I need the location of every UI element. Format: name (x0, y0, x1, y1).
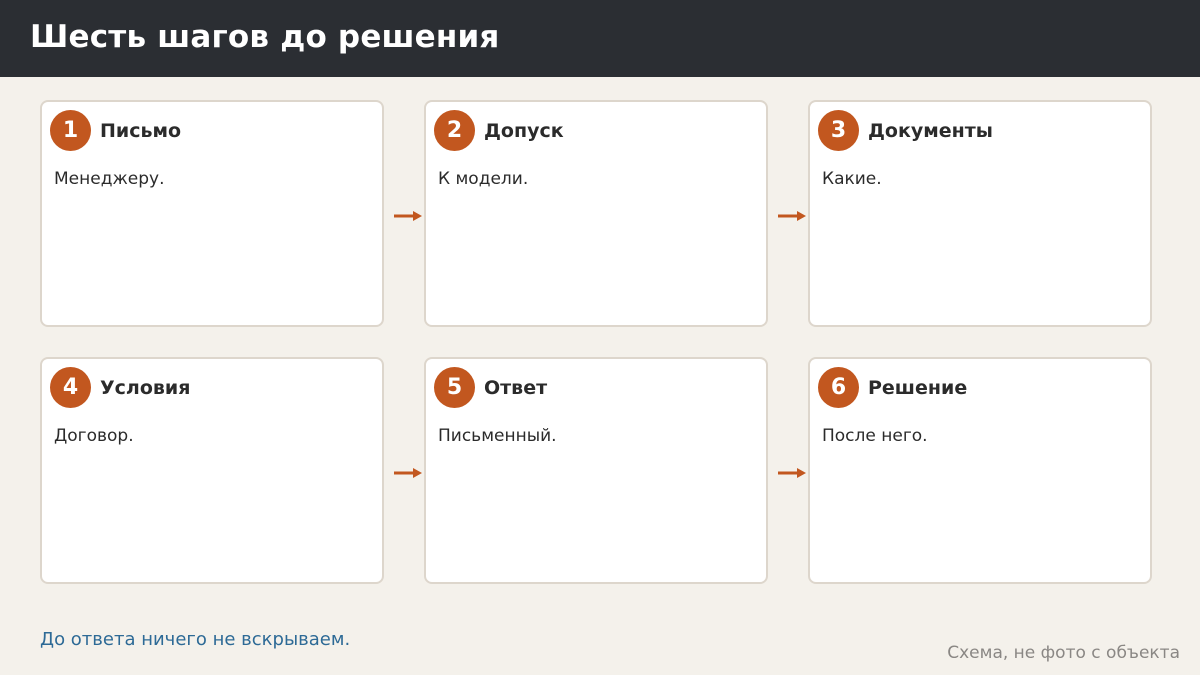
step-text: После него. (822, 426, 928, 446)
step-card-4: 4 Условия Договор. (40, 357, 384, 584)
step-number-badge: 6 (818, 367, 859, 408)
step-card-1: 1 Письмо Менеджеру. (40, 100, 384, 327)
step-number-badge: 5 (434, 367, 475, 408)
step-title: Документы (868, 120, 993, 142)
arrow-right-icon (394, 468, 422, 478)
step-text: К модели. (438, 169, 529, 189)
step-number-badge: 3 (818, 110, 859, 151)
footer-note: До ответа ничего не вскрываем. (40, 629, 351, 650)
page-title: Шесть шагов до решения (30, 19, 500, 55)
step-text: Какие. (822, 169, 882, 189)
step-title: Письмо (100, 120, 182, 142)
arrow-right-icon (778, 211, 806, 221)
step-title: Допуск (484, 120, 564, 142)
step-card-2: 2 Допуск К модели. (424, 100, 768, 327)
step-text: Договор. (54, 426, 134, 446)
step-card-3: 3 Документы Какие. (808, 100, 1152, 327)
arrow-right-icon (394, 211, 422, 221)
step-title: Решение (868, 377, 968, 399)
arrow-right-icon (778, 468, 806, 478)
header-bar: Шесть шагов до решения (0, 0, 1200, 77)
step-text: Менеджеру. (54, 169, 165, 189)
step-card-6: 6 Решение После него. (808, 357, 1152, 584)
step-number-badge: 2 (434, 110, 475, 151)
image-caption: Схема, не фото с объекта (947, 643, 1180, 663)
step-text: Письменный. (438, 426, 557, 446)
step-number-badge: 4 (50, 367, 91, 408)
step-title: Условия (100, 377, 191, 399)
step-number-badge: 1 (50, 110, 91, 151)
step-title: Ответ (484, 377, 548, 399)
step-card-5: 5 Ответ Письменный. (424, 357, 768, 584)
